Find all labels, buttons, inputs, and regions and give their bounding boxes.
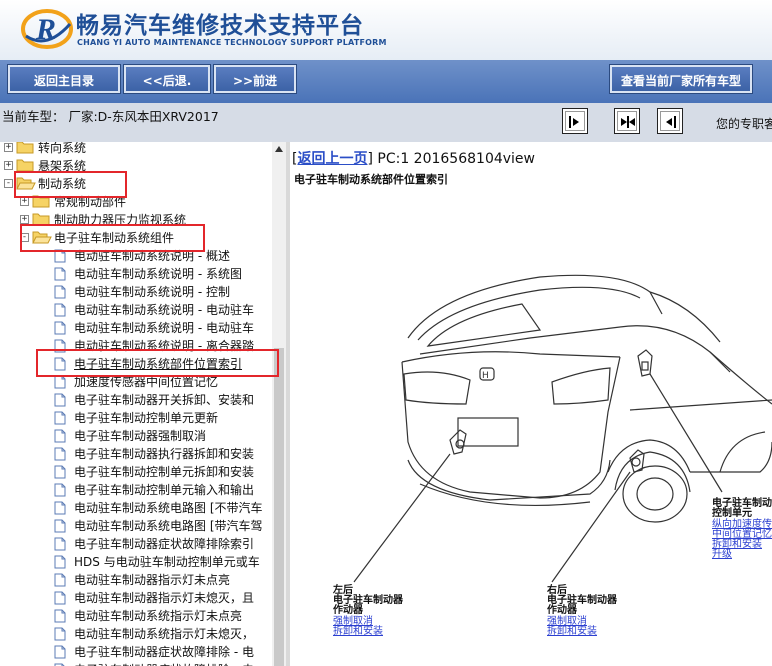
collapse-icon[interactable]: - [4, 179, 13, 188]
tree-folder-item[interactable]: + 转向系统 [0, 142, 272, 157]
tree-item-label: 电子驻车制动器开关拆卸、安装和 [74, 393, 255, 407]
tree-page-item[interactable]: 电动驻车制动系统指示灯未点亮 [0, 607, 272, 625]
scroll-up-icon[interactable] [275, 146, 283, 152]
tree-page-item[interactable]: 电动驻车制动器指示灯未点亮 [0, 571, 272, 589]
tree-item-label: 电子驻车制动控制单元更新 [74, 411, 219, 425]
tree-page-item[interactable]: 电动驻车制动系统说明 - 电动驻车 [0, 301, 272, 319]
tree-item-label: 电动驻车制动系统说明 - 控制 [74, 285, 230, 299]
tree-page-item[interactable]: 电子驻车制动器执行器拆卸和安装 [0, 445, 272, 463]
tree-item-label: 电子驻车制动控制单元拆卸和安装 [74, 465, 255, 479]
back-button[interactable]: <<后退. [124, 65, 210, 93]
tree-item-label: 电动驻车制动系统说明 - 电动驻车 [74, 303, 254, 317]
home-button[interactable]: 返回主目录 [8, 65, 120, 93]
tree-item-label: 电子驻车制动器症状故障排除 - 电 [74, 661, 254, 666]
all-models-button[interactable]: 查看当前厂家所有车型 [610, 65, 752, 93]
content-pane: [返回上一页] PC:1 2016568104view 电子驻车制动系统部件位置… [290, 142, 772, 666]
tree-page-item[interactable]: HDS 与电动驻车制动控制单元或车 [0, 553, 272, 571]
tree-item-label: 电动驻车制动系统指示灯未点亮 [74, 609, 243, 623]
tree-item-label: 电子驻车制动器症状故障排除索引 [74, 537, 255, 551]
app-header: R 畅易汽车维修技术支持平台 CHANG YI AUTO MAINTENANCE… [0, 0, 772, 60]
right-rear-remove-install-link[interactable]: 拆卸和安装 [547, 627, 597, 637]
highlight-location-index [36, 349, 279, 377]
tree-page-item[interactable]: 电动驻车制动系统说明 - 电动驻车 [0, 319, 272, 337]
app-title: 畅易汽车维修技术支持平台 [76, 13, 364, 39]
tree-item-label: 电子驻车制动器症状故障排除 - 电 [74, 645, 254, 659]
tree-item-label: HDS 与电动驻车制动控制单元或车 [74, 555, 260, 569]
app-subtitle: CHANG YI AUTO MAINTENANCE TECHNOLOGY SUP… [77, 38, 387, 47]
tree-scrollbar[interactable] [272, 142, 286, 666]
main-toolbar: 返回主目录 <<后退. >>前进 查看当前厂家所有车型 [0, 60, 772, 104]
forward-button[interactable]: >>前进 [214, 65, 296, 93]
tree-page-item[interactable]: 电子驻车制动器症状故障排除索引 [0, 535, 272, 553]
highlight-epb-components [20, 224, 205, 252]
tree-item-label: 电动驻车制动器指示灯未熄灭，且 [74, 591, 255, 605]
logo: R [20, 6, 74, 56]
tree-item-label: 电动驻车制动系统指示灯未熄灭， [74, 627, 255, 641]
svg-text:H: H [482, 371, 489, 381]
svg-text:R: R [35, 13, 56, 46]
tree-page-item[interactable]: 电动驻车制动系统指示灯未熄灭， [0, 625, 272, 643]
tree-item-label: 电子驻车制动器执行器拆卸和安装 [74, 447, 255, 461]
tree-page-item[interactable]: 电子驻车制动控制单元更新 [0, 409, 272, 427]
tree-item-label: 电动驻车制动系统电路图 [不带汽车 [74, 501, 263, 515]
right-rear-label-3: 作动器 [547, 605, 577, 616]
left-rear-label-3: 作动器 [333, 605, 363, 616]
current-model-text: 当前车型： 厂家:D-东风本田XRV2017 [2, 109, 219, 124]
split-view-button[interactable] [614, 108, 640, 134]
tree-page-item[interactable]: 电子驻车制动器症状故障排除 - 电 [0, 643, 272, 661]
category-tree: + 转向系统 + 悬架系统 - 制动系统 + 常规制动部件 + 制动助力器压力监视系统 - 电子驻车制… [0, 142, 286, 666]
left-rear-remove-install-link[interactable]: 拆卸和安装 [333, 627, 383, 637]
tree-page-item[interactable]: 电动驻车制动系统说明 - 控制 [0, 283, 272, 301]
split-arrows-icon [621, 116, 635, 128]
tree-page-item[interactable]: 电动驻车制动器指示灯未熄灭，且 [0, 589, 272, 607]
tree-item-label: 电动驻车制动系统说明 - 系统图 [74, 267, 242, 281]
tree-page-item[interactable]: 电动驻车制动系统电路图 [带汽车驾 [0, 517, 272, 535]
tree-page-item[interactable]: 电子驻车制动器开关拆卸、安装和 [0, 391, 272, 409]
tree-page-item[interactable]: 电子驻车制动控制单元输入和输出 [0, 481, 272, 499]
expand-icon[interactable]: + [4, 161, 13, 170]
arrow-right-icon [569, 116, 579, 128]
expand-icon[interactable]: + [4, 143, 13, 152]
highlight-brake-system [14, 171, 127, 198]
expand-icon[interactable]: + [20, 215, 29, 224]
tree-page-item[interactable]: 电动驻车制动系统电路图 [不带汽车 [0, 499, 272, 517]
promo-text: 您的专职客 [716, 117, 772, 131]
tree-item-label: 电动驻车制动系统电路图 [带汽车驾 [74, 519, 263, 533]
tree-page-item[interactable]: 电动驻车制动系统说明 - 系统图 [0, 265, 272, 283]
arrow-left-icon [666, 116, 676, 128]
control-unit-upgrade-link[interactable]: 升级 [712, 550, 732, 560]
tree-item-label: 电子驻车制动控制单元输入和输出 [74, 483, 255, 497]
tree-item-label: 电动驻车制动系统说明 - 电动驻车 [74, 321, 254, 335]
tree-item-label: 转向系统 [38, 142, 87, 155]
tree-item-label: 电动驻车制动器指示灯未点亮 [74, 573, 231, 587]
tree-page-item[interactable]: 电子驻车制动器强制取消 [0, 427, 272, 445]
tree-item-label: 电子驻车制动器强制取消 [74, 429, 207, 443]
tree-page-item[interactable]: 电子驻车制动控制单元拆卸和安装 [0, 463, 272, 481]
scrollbar-thumb[interactable] [274, 348, 284, 666]
info-bar: 当前车型： 厂家:D-东风本田XRV2017 您的专职客 [0, 103, 772, 142]
expand-icon[interactable]: + [20, 197, 29, 206]
vehicle-diagram: H [353, 274, 772, 583]
control-unit-label-2: 控制单元 [712, 508, 752, 519]
collapse-left-button[interactable] [562, 108, 588, 134]
tree-page-item[interactable]: 电子驻车制动器症状故障排除 - 电 [0, 661, 272, 666]
collapse-right-button[interactable] [657, 108, 683, 134]
